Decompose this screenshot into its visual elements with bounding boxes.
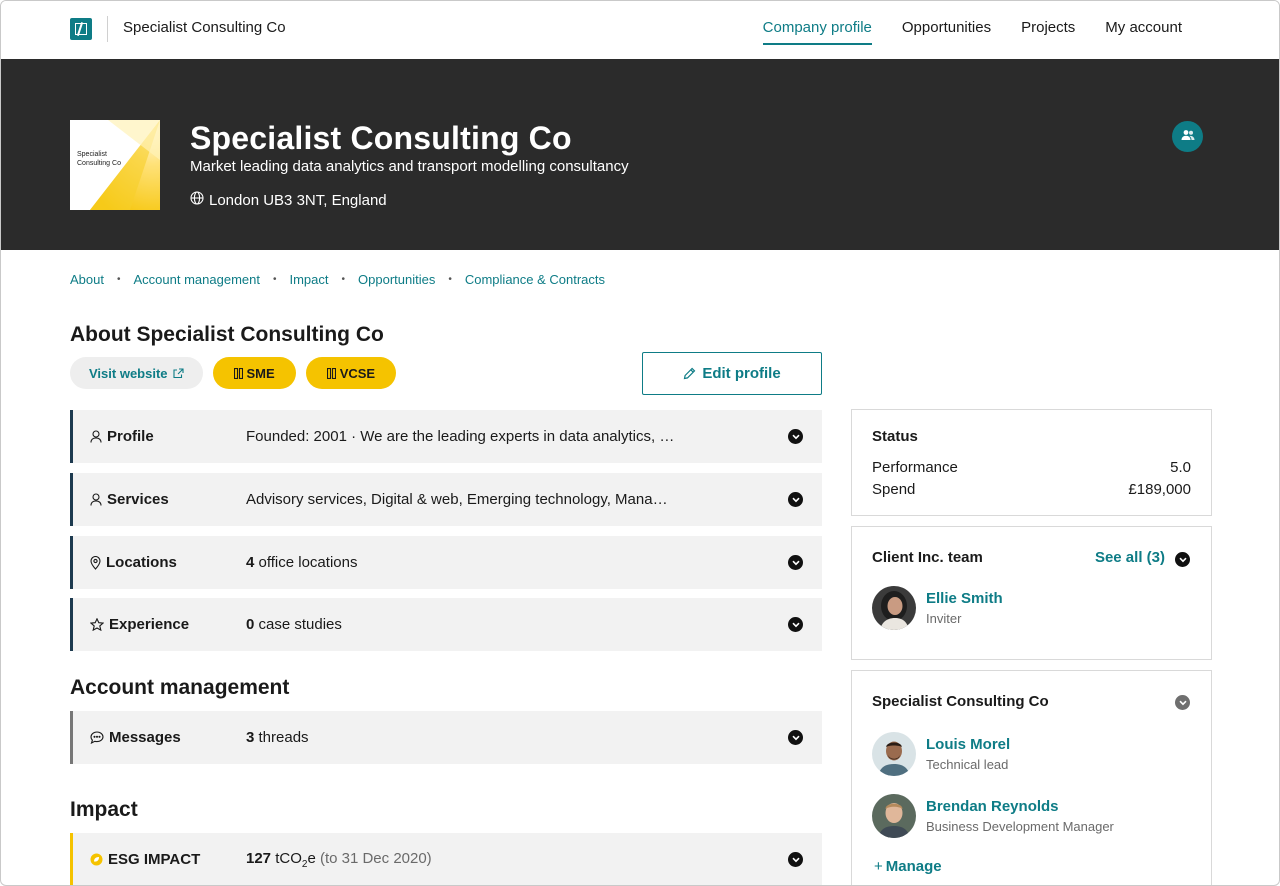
badge-icon <box>233 367 243 379</box>
leaf-icon <box>90 853 103 866</box>
team-button[interactable] <box>1172 121 1203 152</box>
row-value: Founded: 2001 · We are the leading exper… <box>246 428 675 445</box>
globe-icon <box>190 191 204 209</box>
section-anchor-nav: About • Account management • Impact • Op… <box>70 272 606 287</box>
top-nav: Specialist Consulting Co Company profile… <box>1 1 1279 59</box>
row-value: 4 office locations <box>246 554 358 571</box>
anchor-impact[interactable]: Impact <box>289 272 328 287</box>
anchor-about[interactable]: About <box>70 272 104 287</box>
member-name[interactable]: Brendan Reynolds <box>926 798 1114 815</box>
chevron-down-icon[interactable] <box>788 492 803 507</box>
chevron-down-icon[interactable] <box>788 429 803 444</box>
team-member[interactable]: Brendan Reynolds Business Development Ma… <box>872 794 1114 838</box>
about-heading: About Specialist Consulting Co <box>70 323 384 346</box>
profile-row[interactable]: Profile Founded: 2001 · We are the leadi… <box>70 410 822 463</box>
nav-divider <box>107 16 108 42</box>
locations-row[interactable]: Locations 4 office locations <box>70 536 822 589</box>
messages-row[interactable]: Messages 3 threads <box>70 711 822 764</box>
sme-badge[interactable]: SME <box>212 357 296 389</box>
external-link-icon <box>172 367 184 379</box>
nav-my-account[interactable]: My account <box>1105 19 1182 36</box>
avatar <box>872 794 916 838</box>
team-member[interactable]: Ellie Smith Inviter <box>872 586 1003 630</box>
people-icon <box>1181 128 1195 146</box>
company-logo-text: Specialist Consulting Co <box>77 151 121 167</box>
person-icon <box>90 493 102 506</box>
company-logo: Specialist Consulting Co <box>70 120 160 210</box>
company-tagline: Market leading data analytics and transp… <box>190 158 629 175</box>
row-label: Messages <box>109 729 181 746</box>
nav-company-profile[interactable]: Company profile <box>762 19 873 45</box>
avatar <box>872 732 916 776</box>
impact-heading: Impact <box>70 798 138 821</box>
row-value: 3 threads <box>246 729 309 746</box>
member-name[interactable]: Louis Morel <box>926 736 1010 753</box>
manage-team-button[interactable]: + Manage <box>874 858 942 875</box>
main-nav: Company profile Opportunities Projects M… <box>762 19 1182 45</box>
team-member[interactable]: Louis Morel Technical lead <box>872 732 1010 776</box>
client-team-title: Client Inc. team <box>872 549 983 566</box>
spend-stat: Spend £189,000 <box>872 481 1191 498</box>
pencil-icon <box>683 367 696 380</box>
chevron-down-icon[interactable] <box>788 555 803 570</box>
row-value: 127 tCO2e (to 31 Dec 2020) <box>246 849 432 870</box>
app-frame: Specialist Consulting Co Company profile… <box>0 0 1280 886</box>
services-row[interactable]: Services Advisory services, Digital & we… <box>70 473 822 526</box>
supplier-team-title: Specialist Consulting Co <box>872 693 1049 710</box>
anchor-compliance-contracts[interactable]: Compliance & Contracts <box>465 272 605 287</box>
brand-name[interactable]: Specialist Consulting Co <box>123 19 286 36</box>
member-role: Technical lead <box>926 757 1009 772</box>
see-all-link[interactable]: See all (3) <box>1095 549 1165 566</box>
speech-bubble-icon <box>90 731 104 744</box>
row-label: Services <box>107 491 169 508</box>
chevron-down-icon[interactable] <box>1175 695 1190 710</box>
company-location: London UB3 3NT, England <box>190 191 387 209</box>
nav-projects[interactable]: Projects <box>1021 19 1075 36</box>
member-name[interactable]: Ellie Smith <box>926 590 1003 607</box>
company-title: Specialist Consulting Co <box>190 120 572 156</box>
esg-impact-row[interactable]: ESG IMPACT 127 tCO2e (to 31 Dec 2020) <box>70 833 822 885</box>
row-value: 0 case studies <box>246 616 342 633</box>
experience-row[interactable]: Experience 0 case studies <box>70 598 822 651</box>
anchor-account-management[interactable]: Account management <box>134 272 260 287</box>
client-team-card: Client Inc. team See all (3) Ellie Smith… <box>851 526 1212 660</box>
edit-profile-button[interactable]: Edit profile <box>642 352 822 395</box>
visit-website-button[interactable]: Visit website <box>70 357 203 389</box>
map-pin-icon <box>90 555 101 570</box>
anchor-opportunities[interactable]: Opportunities <box>358 272 435 287</box>
about-chips: Visit website SME VCSE <box>70 357 397 389</box>
member-role: Business Development Manager <box>926 819 1114 834</box>
person-icon <box>90 430 102 443</box>
chevron-down-icon[interactable] <box>1175 552 1190 567</box>
row-label: ESG IMPACT <box>108 851 201 868</box>
row-label: Locations <box>106 554 177 571</box>
star-icon <box>90 618 104 631</box>
status-title: Status <box>872 428 918 445</box>
nav-opportunities[interactable]: Opportunities <box>902 19 991 36</box>
app-logo-icon[interactable] <box>70 18 92 40</box>
row-label: Experience <box>109 616 190 633</box>
company-hero: Specialist Consulting Co Specialist Consu… <box>1 59 1279 250</box>
location-text: London UB3 3NT, England <box>209 191 387 209</box>
chevron-down-icon[interactable] <box>788 617 803 632</box>
chevron-down-icon[interactable] <box>788 730 803 745</box>
performance-stat: Performance 5.0 <box>872 459 1191 476</box>
badge-icon <box>326 367 336 379</box>
plus-icon: + <box>874 858 883 875</box>
vcse-badge[interactable]: VCSE <box>305 357 397 389</box>
row-value: Advisory services, Digital & web, Emergi… <box>246 491 668 508</box>
supplier-team-card: Specialist Consulting Co Louis Morel Tec… <box>851 670 1212 885</box>
member-role: Inviter <box>926 611 962 626</box>
avatar <box>872 586 916 630</box>
account-management-heading: Account management <box>70 676 290 699</box>
row-label: Profile <box>107 428 154 445</box>
chevron-down-icon[interactable] <box>788 852 803 867</box>
status-card: Status Performance 5.0 Spend £189,000 <box>851 409 1212 516</box>
